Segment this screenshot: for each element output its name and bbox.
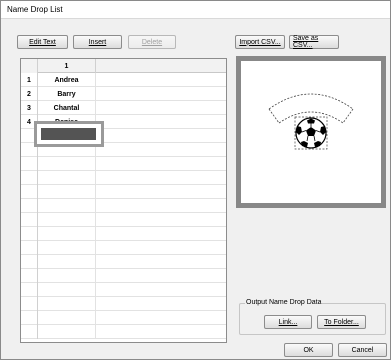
row-number[interactable] (21, 297, 38, 311)
row-number[interactable] (21, 185, 38, 199)
row-number[interactable] (21, 213, 38, 227)
name-cell[interactable] (38, 255, 96, 269)
table-row[interactable] (21, 199, 226, 213)
import-csv-label: Import CSV... (239, 38, 281, 46)
row-number[interactable]: 1 (21, 73, 38, 87)
edit-text-button[interactable]: Edit Text (17, 35, 68, 49)
table-row[interactable]: 3 Chantal (21, 101, 226, 115)
table-row[interactable] (21, 283, 226, 297)
row-number[interactable] (21, 283, 38, 297)
column-header[interactable]: 1 (38, 59, 96, 73)
ok-button[interactable]: OK (284, 343, 333, 357)
name-cell[interactable] (38, 325, 96, 339)
link-label: Link... (278, 318, 298, 326)
row-number[interactable] (21, 311, 38, 325)
save-as-csv-button[interactable]: Save as CSV... (289, 35, 339, 49)
grid-header-row: 1 (21, 59, 226, 73)
name-cell[interactable]: Chantal (38, 101, 96, 115)
name-cell[interactable] (38, 241, 96, 255)
row-number[interactable] (21, 171, 38, 185)
name-cell[interactable]: Barry (38, 87, 96, 101)
table-row[interactable] (21, 269, 226, 283)
import-csv-button[interactable]: Import CSV... (235, 35, 285, 49)
soccer-ball-design (268, 93, 354, 150)
to-folder-label: To Folder... (324, 318, 359, 326)
name-cell[interactable]: Andrea (38, 73, 96, 87)
cancel-label: Cancel (351, 346, 374, 354)
name-grid[interactable]: 1 1 Andrea 2 Barry 3 Chantal 4 Denise (20, 58, 227, 343)
row-number[interactable] (21, 325, 38, 339)
name-drop-list-window: Name Drop List Edit Text Insert Delete I… (0, 0, 391, 360)
row-number[interactable] (21, 227, 38, 241)
table-row[interactable] (21, 171, 226, 185)
row-number[interactable] (21, 241, 38, 255)
table-row[interactable] (21, 185, 226, 199)
name-cell[interactable] (38, 171, 96, 185)
grid-corner-cell (21, 59, 38, 73)
row-number[interactable] (21, 255, 38, 269)
cell-edit-highlight[interactable] (34, 121, 104, 147)
ok-label: OK (303, 346, 314, 354)
link-button[interactable]: Link... (264, 315, 312, 329)
table-row[interactable] (21, 311, 226, 325)
insert-button[interactable]: Insert (73, 35, 122, 49)
output-group-label: Output Name Drop Data (245, 299, 323, 306)
design-preview-frame (236, 56, 386, 208)
design-preview (241, 61, 381, 203)
insert-label: Insert (88, 38, 107, 46)
table-row[interactable]: 1 Andrea (21, 73, 226, 87)
cancel-button[interactable]: Cancel (338, 343, 387, 357)
row-number[interactable]: 3 (21, 101, 38, 115)
row-number[interactable] (21, 269, 38, 283)
name-cell[interactable] (38, 199, 96, 213)
name-cell[interactable] (38, 227, 96, 241)
name-cell[interactable] (38, 185, 96, 199)
row-number[interactable]: 2 (21, 87, 38, 101)
name-cell[interactable] (38, 213, 96, 227)
name-cell[interactable] (38, 283, 96, 297)
name-arc-outline-right (342, 108, 354, 124)
table-row[interactable] (21, 227, 226, 241)
selected-cell-fill[interactable] (41, 128, 96, 140)
edit-text-label: Edit Text (29, 38, 56, 46)
table-row[interactable] (21, 297, 226, 311)
name-cell[interactable] (38, 297, 96, 311)
name-arc-outline-left (268, 108, 280, 124)
table-row[interactable] (21, 255, 226, 269)
row-number[interactable] (21, 199, 38, 213)
name-arc-outline-top (268, 93, 354, 110)
table-row[interactable]: 2 Barry (21, 87, 226, 101)
delete-label: Delete (141, 38, 163, 46)
name-cell[interactable] (38, 311, 96, 325)
row-number[interactable] (21, 157, 38, 171)
title-bar: Name Drop List (1, 1, 390, 19)
table-row[interactable] (21, 325, 226, 339)
table-row[interactable] (21, 241, 226, 255)
table-row[interactable] (21, 213, 226, 227)
save-as-csv-label: Save as CSV... (293, 35, 319, 49)
name-cell[interactable] (38, 157, 96, 171)
window-title: Name Drop List (7, 5, 63, 14)
name-cell[interactable] (38, 269, 96, 283)
table-row[interactable] (21, 157, 226, 171)
delete-button[interactable]: Delete (128, 35, 176, 49)
to-folder-button[interactable]: To Folder... (317, 315, 366, 329)
